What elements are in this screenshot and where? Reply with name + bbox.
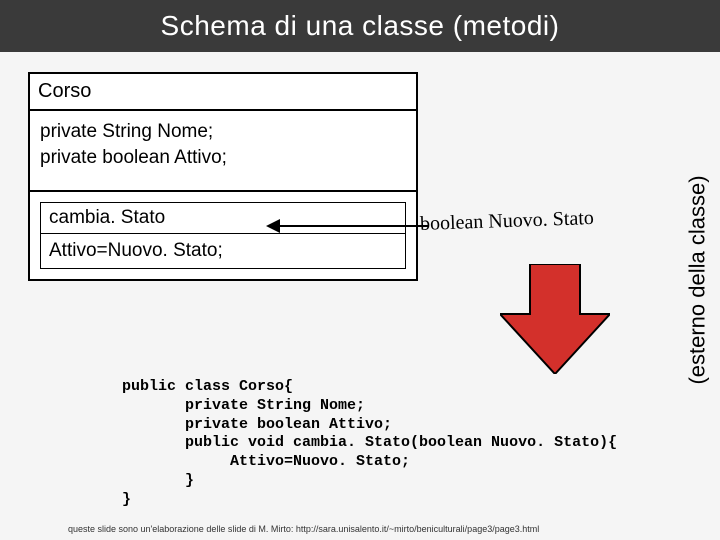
method-body-cell: Attivo=Nuovo. Stato; [41, 234, 405, 268]
parameter-label: boolean Nuovo. Stato [420, 207, 595, 236]
side-label: (esterno della classe) [684, 90, 712, 470]
arrow-line-icon [272, 225, 428, 227]
slide-title: Schema di una classe (metodi) [0, 0, 720, 52]
down-arrow-icon [500, 264, 610, 374]
class-name-cell: Corso [30, 74, 416, 111]
code-snippet: public class Corso{ private String Nome;… [122, 378, 617, 509]
footnote: queste slide sono un'elaborazione delle … [68, 524, 539, 534]
side-label-text: (esterno della classe) [685, 175, 711, 384]
attributes-cell: private String Nome; private boolean Att… [30, 111, 416, 192]
arrow-head-icon [266, 219, 280, 233]
attribute-line: private boolean Attivo; [40, 145, 406, 171]
method-name-cell: cambia. Stato [41, 203, 405, 234]
attribute-line: private String Nome; [40, 119, 406, 145]
uml-class-box: Corso private String Nome; private boole… [28, 72, 418, 281]
method-box: cambia. Stato Attivo=Nuovo. Stato; [40, 202, 406, 269]
